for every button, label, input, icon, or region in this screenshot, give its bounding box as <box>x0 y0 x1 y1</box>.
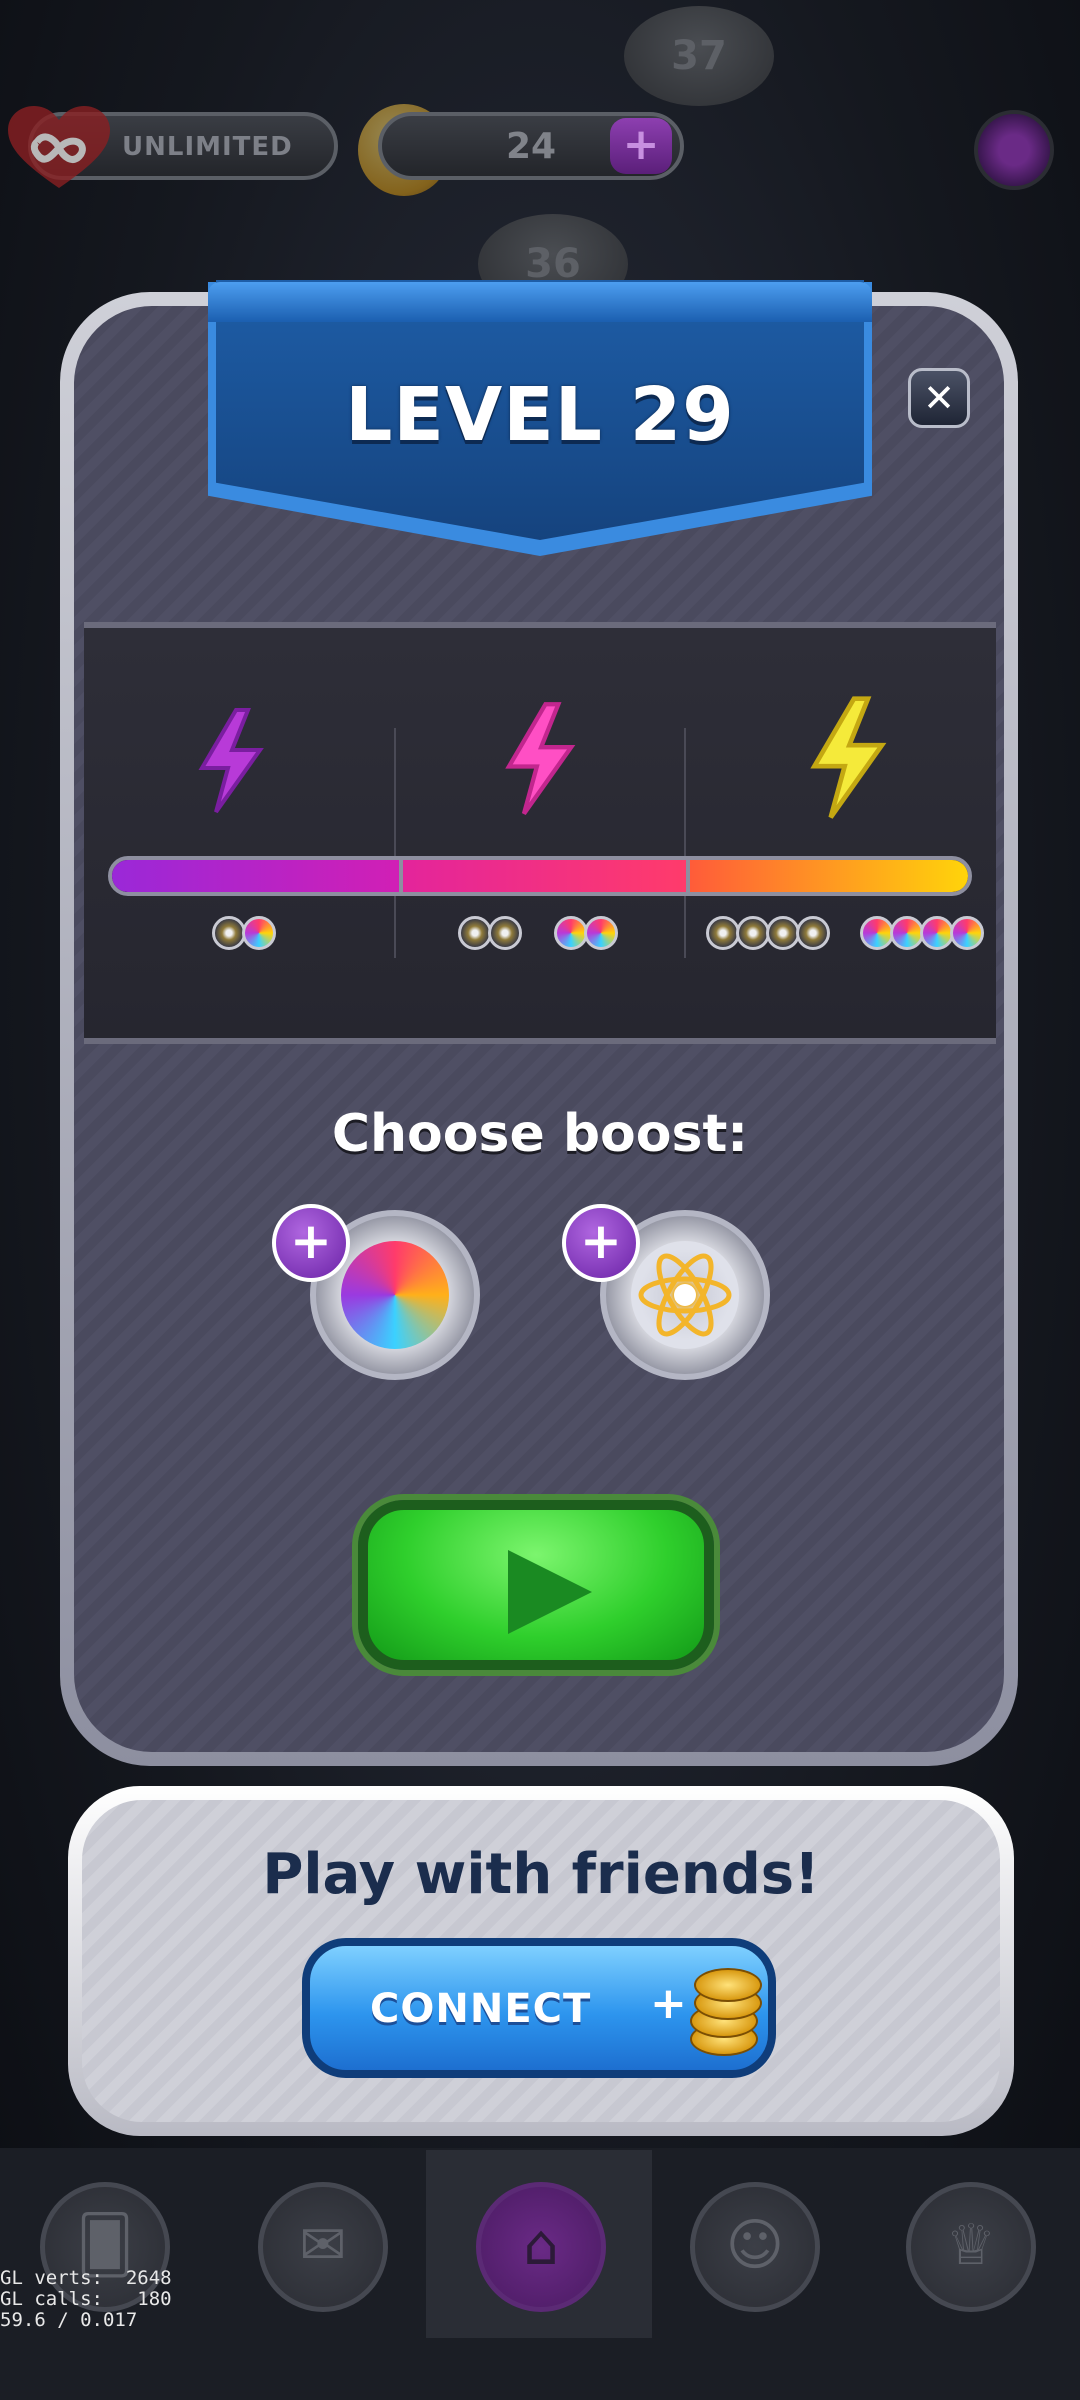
swirl-boost-icon <box>950 916 984 950</box>
connect-button[interactable]: CONNECT + <box>302 1938 776 2078</box>
swirl-boost-icon <box>242 916 276 950</box>
lightning-bolt-icon <box>810 696 887 819</box>
swirl-boost-icon <box>584 916 618 950</box>
settings-gear-icon[interactable] <box>974 110 1054 190</box>
nav-home-icon[interactable]: ⌂ <box>476 2182 606 2312</box>
atom-boost-icon <box>766 916 800 950</box>
add-coins-button[interactable]: + <box>610 118 672 174</box>
atom-boost-icon <box>488 916 522 950</box>
atom-orbits-icon <box>638 1253 732 1337</box>
connect-plus: + <box>650 1978 687 2029</box>
lives-label: UNLIMITED <box>122 132 293 162</box>
nav-mail-icon[interactable]: ✉ <box>258 2182 388 2312</box>
progress-segment-2 <box>398 860 686 892</box>
nav-trophy-icon[interactable]: ♕ <box>906 2182 1036 2312</box>
coin-stack-icon <box>694 1968 762 2002</box>
lightning-bolt-icon <box>198 708 264 814</box>
debug-calls: GL calls: 180 <box>0 2288 172 2310</box>
swirl-boost-icon <box>860 916 894 950</box>
progress-segment-3 <box>685 860 968 892</box>
heart-infinity-icon <box>8 106 110 188</box>
debug-fps: 59.6 / 0.017 <box>0 2309 138 2331</box>
debug-verts: GL verts: 2648 <box>0 2267 172 2289</box>
close-button[interactable]: ✕ <box>908 368 970 428</box>
map-level-node-37: 37 <box>624 6 774 106</box>
level-banner-top <box>208 282 872 322</box>
add-swirl-boost-button[interactable]: + <box>272 1204 350 1282</box>
swirl-boost-icon <box>920 916 954 950</box>
tier-divider <box>684 728 686 958</box>
streak-progress-panel <box>84 622 996 1044</box>
streak-progress-bar <box>108 856 972 896</box>
friends-title: Play with friends! <box>262 1842 820 1907</box>
atom-boost-icon <box>212 916 246 950</box>
atom-boost-icon <box>796 916 830 950</box>
progress-segment-1 <box>112 860 399 892</box>
swirl-boost-icon <box>554 916 588 950</box>
atom-boost-icon <box>458 916 492 950</box>
add-atom-boost-button[interactable]: + <box>562 1204 640 1282</box>
connect-label: CONNECT <box>370 1986 592 2032</box>
swirl-boost-icon <box>890 916 924 950</box>
tier-3-rewards <box>706 916 984 950</box>
play-button[interactable] <box>358 1500 714 1670</box>
debug-overlay: GL verts: 2648 GL calls: 180 59.6 / 0.017 <box>0 2268 172 2331</box>
color-swirl-icon <box>341 1241 449 1349</box>
lightning-bolt-icon <box>505 702 576 815</box>
tier-2-rewards <box>458 916 618 950</box>
tier-divider <box>394 728 396 958</box>
tier-1-rewards <box>212 916 276 950</box>
atom-boost-icon <box>736 916 770 950</box>
choose-boost-label: Choose boost: <box>331 1104 749 1164</box>
progress-split <box>685 860 690 892</box>
play-icon <box>508 1550 592 1634</box>
atom-boost-icon <box>706 916 740 950</box>
level-title: LEVEL 29 <box>345 372 735 458</box>
progress-split <box>398 860 403 892</box>
nav-friends-icon[interactable]: ☺ <box>690 2182 820 2312</box>
